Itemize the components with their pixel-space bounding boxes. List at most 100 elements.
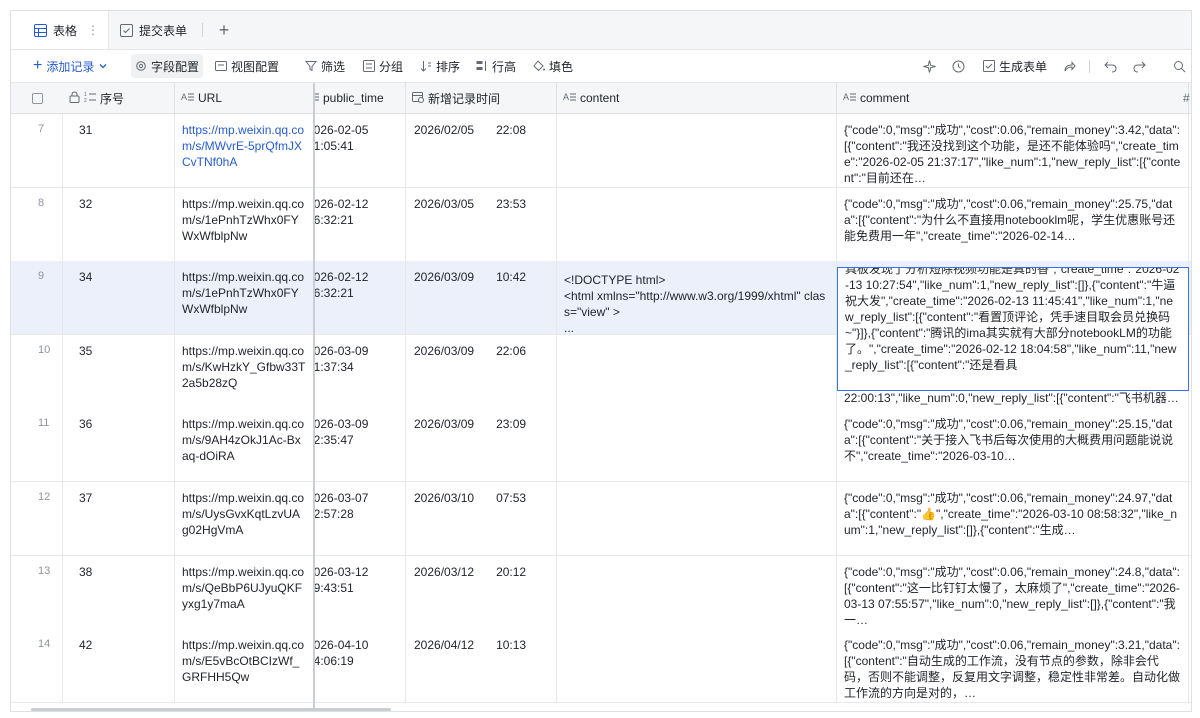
chevron-down-icon [98, 61, 108, 71]
comment-cell[interactable]: {"code":0,"msg":"成功","cost":0.06,"remain… [837, 555, 1189, 629]
add-record-button[interactable]: + 添加记录 [33, 54, 108, 78]
comment-cell[interactable]: {"code":0,"msg":"成功","cost":0.06,"remain… [837, 629, 1189, 703]
comment-editor-text: 具板发现了分析短除视频功能是真的香","create_time":"2026-0… [845, 267, 1180, 372]
public-time-cell[interactable]: 2026-02-05 21:05:41 [314, 114, 406, 187]
public-time-cell[interactable]: 2026-02-1216:32:21 [314, 261, 406, 335]
search-icon[interactable] [1173, 54, 1186, 78]
group-button[interactable]: 分组 [363, 54, 403, 78]
column-header-url[interactable]: A URL [175, 83, 314, 113]
seq-cell[interactable]: 36 [63, 408, 175, 482]
seq-cell[interactable]: 32 [63, 187, 175, 261]
row-height-button[interactable]: 行高 [476, 54, 516, 78]
seq-cell[interactable]: 35 [63, 334, 175, 408]
public-time-date: 2026-03-07 [314, 491, 369, 505]
table-row[interactable]: 14 42 https://mp.weixin.qq.com/s/E5vBcOtBC… [11, 629, 1191, 704]
table-icon [33, 23, 47, 37]
comment-cell[interactable]: {"code":0,"msg":"成功","cost":0.06,"remain… [837, 114, 1189, 187]
url-cell[interactable]: https://mp.weixin.qq.com/s/UysGvxKqtLzvU… [175, 482, 314, 555]
table-row[interactable]: 13 38 https://mp.weixin.qq.com/s/QeBbP6UJy… [11, 555, 1191, 630]
row-number: 14 [11, 629, 63, 703]
created-time-cell[interactable]: 2026/03/05 23:53 [406, 187, 557, 261]
url-cell[interactable]: https://mp.weixin.qq.com/s/1ePnhTzWhx0FY… [175, 187, 314, 261]
seq-cell[interactable]: 31 [63, 114, 175, 187]
field-config-button[interactable]: 字段配置 [131, 54, 204, 78]
content-cell[interactable] [557, 187, 837, 261]
tab-submit-form[interactable]: 提交表单 [119, 11, 199, 49]
column-header-seq[interactable]: 12 序号 [63, 83, 175, 113]
share-icon[interactable] [1063, 54, 1076, 78]
created-time-cell[interactable]: 2026/04/12 10:13 [406, 629, 557, 703]
table-row[interactable]: 8 32 https://mp.weixin.qq.com/s/1ePnhTzWhx… [11, 187, 1191, 262]
content-cell[interactable] [557, 629, 837, 703]
url-cell[interactable]: https://mp.weixin.qq.com/s/9AH4zOkJ1Ac-B… [175, 408, 314, 482]
tab-table-label: 表格 [53, 23, 78, 38]
url-cell[interactable]: https://mp.weixin.qq.com/s/KwHzkY_Gfbw33… [175, 334, 314, 408]
created-time-cell[interactable]: 2026/03/09 23:09 [406, 408, 557, 482]
public-time-cell[interactable]: 2026-03-0922:35:47 [314, 408, 406, 482]
comment-cell-editor[interactable]: 具板发现了分析短除视频功能是真的香","create_time":"2026-0… [837, 267, 1189, 391]
table-row[interactable]: 7 31 https://mp.weixin.qq.com/s/MWvrE-5prQ… [11, 114, 1191, 188]
sort-button[interactable]: 排序 [420, 54, 460, 78]
public-time-cell[interactable]: 2026-03-1219:43:51 [314, 555, 406, 629]
created-time-cell[interactable]: 2026/03/10 07:53 [406, 482, 557, 555]
column-header-public-time[interactable]: public_time [314, 83, 406, 113]
public-time-cell[interactable]: 2026-04-1014:06:19 [314, 629, 406, 703]
created-date: 2026/03/09 [414, 343, 475, 358]
group-icon [363, 60, 375, 72]
content-cell[interactable] [557, 334, 837, 408]
add-tab-icon[interactable]: + [215, 20, 233, 40]
add-record-label: 添加记录 [46, 59, 95, 74]
table-row[interactable]: 12 37 https://mp.weixin.qq.com/s/UysGvxKqt… [11, 482, 1191, 556]
created-time-cell[interactable]: 2026/03/09 22:06 [406, 334, 557, 408]
ai-sparkle-icon[interactable] [923, 54, 936, 78]
public-time-cell[interactable]: 2026-03-0921:37:34 [314, 334, 406, 408]
horizontal-scrollbar[interactable] [11, 708, 1191, 711]
view-config-button[interactable]: 视图配置 [215, 54, 279, 78]
column-header-content[interactable]: A content [557, 83, 837, 113]
filter-icon [305, 60, 317, 72]
url-cell[interactable]: https://mp.weixin.qq.com/s/E5vBcOtBCIzWf… [175, 629, 314, 703]
tab-divider [202, 23, 203, 37]
content-cell[interactable] [557, 114, 837, 187]
filter-button[interactable]: 筛选 [305, 54, 345, 78]
public-time-cell[interactable]: 2026-02-1216:32:21 [314, 187, 406, 261]
history-icon[interactable] [952, 54, 965, 78]
created-clock: 22:06 [496, 343, 527, 358]
created-time-cell[interactable]: 2026/03/12 20:12 [406, 555, 557, 629]
created-time-cell[interactable]: 2026/03/09 10:42 [406, 261, 557, 335]
url-cell[interactable]: https://mp.weixin.qq.com/s/QeBbP6UJyuQKF… [175, 555, 314, 629]
tab-more-icon[interactable]: ⋮ [87, 23, 99, 37]
url-cell[interactable]: https://mp.weixin.qq.com/s/MWvrE-5prQfmJ… [175, 114, 314, 187]
content-cell[interactable] [557, 408, 837, 482]
content-cell[interactable] [557, 482, 837, 555]
add-column-icon[interactable]: # [1181, 83, 1191, 113]
tab-table[interactable]: 表格 ⋮ [11, 11, 109, 49]
content-cell[interactable]: <!DOCTYPE html> <html xmlns="http://www.… [557, 261, 837, 335]
public-time-date: 2026-02-12 [314, 196, 369, 211]
url-cell[interactable]: https://mp.weixin.qq.com/s/1ePnhTzWhx0FY… [175, 261, 314, 335]
comment-cell[interactable]: {"code":0,"msg":"成功","cost":0.06,"remain… [837, 408, 1189, 482]
public-time-cell[interactable]: 2026-03-07 22:57:28 [314, 482, 406, 555]
row-number: 8 [11, 187, 63, 261]
filter-label: 筛选 [321, 59, 346, 74]
column-header-comment[interactable]: A comment [837, 83, 1189, 113]
table-row[interactable]: 11 36 https://mp.weixin.qq.com/s/9AH4zOkJ1… [11, 408, 1191, 483]
toolbar-divider [1089, 60, 1090, 73]
redo-icon[interactable] [1133, 54, 1146, 78]
generate-form-button[interactable]: 生成表单 [983, 54, 1047, 78]
created-clock: 22:08 [496, 123, 527, 137]
created-clock: 23:09 [496, 417, 527, 432]
undo-icon[interactable] [1104, 54, 1117, 78]
column-header-created[interactable]: 新增记录时间 [406, 83, 557, 113]
created-time-cell[interactable]: 2026/02/05 22:08 [406, 114, 557, 187]
fill-color-button[interactable]: 填色 [533, 54, 573, 78]
comment-cell[interactable]: {"code":0,"msg":"成功","cost":0.06,"remain… [837, 482, 1189, 555]
select-all-checkbox[interactable] [11, 83, 63, 113]
content-cell[interactable] [557, 555, 837, 629]
row-number: 12 [11, 482, 63, 555]
comment-cell[interactable]: {"code":0,"msg":"成功","cost":0.06,"remain… [837, 187, 1189, 261]
seq-cell[interactable]: 42 [63, 629, 175, 703]
seq-cell[interactable]: 38 [63, 555, 175, 629]
seq-cell[interactable]: 37 [63, 482, 175, 555]
seq-cell[interactable]: 34 [63, 261, 175, 335]
